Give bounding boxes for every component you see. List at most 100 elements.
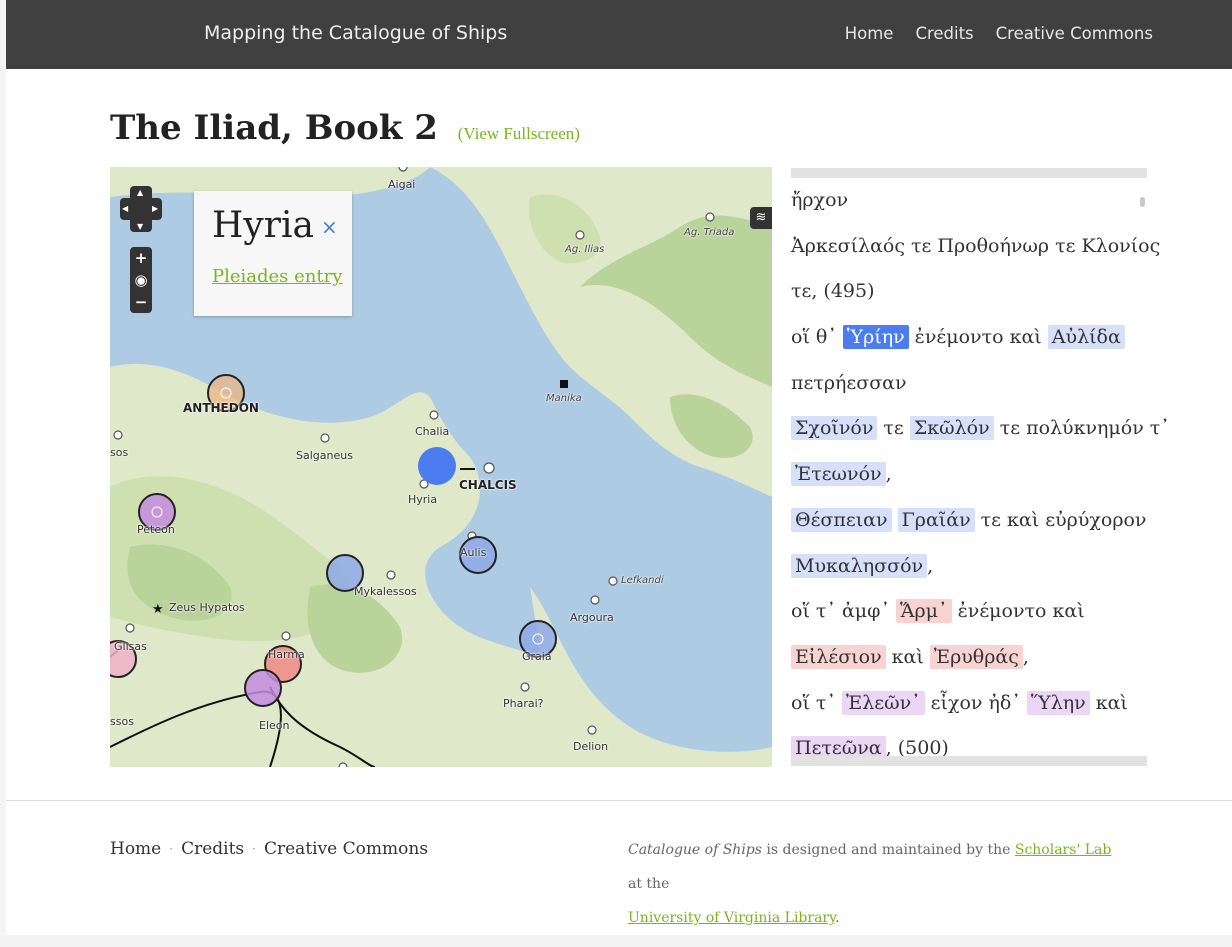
pan-up-icon[interactable]: ▲ bbox=[137, 188, 143, 197]
verse-text: , bbox=[927, 554, 934, 577]
verse-list: ἤρχον Ἀρκεσίλαός τε Προθοήνωρ τε Κλονίος τ… bbox=[791, 178, 1170, 772]
credit-text: is designed and maintained by the bbox=[761, 842, 1015, 858]
verse-text: καὶ bbox=[1089, 691, 1128, 714]
place-name-highlight[interactable]: Ἅρμ᾽ bbox=[896, 599, 952, 624]
map-label-peteon: Peteon bbox=[137, 523, 175, 536]
verse-line: οἵ τ᾽ Ἐλεῶν᾽ εἶχον ἠδ᾽ Ὕλην καὶ bbox=[791, 681, 1141, 727]
pan-right-icon[interactable]: ▶ bbox=[152, 204, 158, 213]
verse-text: τε καὶ εὐρύχορον bbox=[974, 508, 1147, 531]
verse-line: οἵ τ᾽ ἀμφ᾽ Ἅρμ᾽ ἐνέμοντο καὶ bbox=[791, 589, 1141, 635]
footer-separator: · bbox=[169, 842, 174, 856]
credit-title: Catalogue of Ships bbox=[628, 842, 762, 858]
nav-home-link[interactable]: Home bbox=[845, 24, 894, 43]
credit-text: at the bbox=[628, 876, 670, 892]
scrollbar-thumb[interactable] bbox=[1140, 197, 1145, 207]
nav-credits-link[interactable]: Credits bbox=[915, 24, 973, 43]
popup-close-icon[interactable]: × bbox=[321, 215, 338, 239]
site-brand-link[interactable]: Mapping the Catalogue of Ships bbox=[204, 22, 507, 44]
pleiades-entry-link[interactable]: Pleiades entry bbox=[212, 266, 342, 287]
verse-line: Ἐτεωνόν, bbox=[791, 452, 1141, 498]
view-fullscreen-link[interactable]: (View Fullscreen) bbox=[458, 124, 580, 143]
map-label-aulis: Aulis bbox=[460, 546, 487, 559]
verse-text: οἵ θ᾽ bbox=[791, 326, 843, 349]
footer-divider bbox=[6, 800, 1232, 801]
map-label-ag-ilias: Ag. Ilias bbox=[565, 244, 605, 255]
verse-line: Μυκαλησσόν, bbox=[791, 544, 1141, 590]
place-name-highlight[interactable]: Σκῶλόν bbox=[909, 416, 994, 441]
map-label-eleon: Eleon bbox=[259, 719, 290, 732]
verse-panel[interactable]: ἤρχον Ἀρκεσίλαός τε Προθοήνωρ τε Κλονίος τ… bbox=[791, 168, 1170, 767]
uva-library-link[interactable]: University of Virginia Library bbox=[628, 910, 835, 926]
place-name-highlight[interactable]: Αὐλίδα bbox=[1047, 325, 1125, 350]
verse-text: ἤρχον bbox=[791, 189, 849, 211]
globe-icon[interactable]: ◉ bbox=[130, 269, 152, 291]
verse-line: ἤρχον bbox=[791, 178, 1141, 224]
pan-left-icon[interactable]: ◀ bbox=[122, 204, 128, 213]
page-title-text: The Iliad, Book 2 bbox=[110, 108, 438, 148]
verse-text: οἵ τ᾽ bbox=[791, 691, 842, 714]
scroll-track-bottom bbox=[791, 756, 1147, 766]
footer-creative-commons-link[interactable]: Creative Commons bbox=[264, 839, 428, 859]
map-popup: Hyria × Pleiades entry bbox=[194, 191, 352, 316]
verse-line: οἵ θ᾽ Ὑρίην ἐνέμοντο καὶ Αὐλίδα bbox=[791, 315, 1141, 361]
place-name-highlight[interactable]: Ἐτεωνόν bbox=[791, 462, 886, 487]
zoom-out-button[interactable]: − bbox=[130, 291, 152, 313]
map-pan-control[interactable]: ▲ ▼ ◀ ▶ bbox=[120, 186, 162, 232]
place-name-highlight[interactable]: Γραῖάν bbox=[897, 507, 975, 532]
map-view[interactable]: ★ Aigai Ag. Ilias Ag. Triada ANTHEDON Sa… bbox=[110, 167, 772, 767]
map-label-ag-triada: Ag. Triada bbox=[684, 227, 735, 238]
footer-credits-link[interactable]: Credits bbox=[181, 839, 244, 859]
place-name-highlight[interactable]: Θέσπειαν bbox=[791, 507, 892, 532]
verse-text: τε, (495) bbox=[791, 280, 875, 303]
footer-home-link[interactable]: Home bbox=[110, 839, 161, 859]
place-name-highlight[interactable]: Μυκαλησσόν bbox=[791, 553, 928, 578]
map-label-delion: Delion bbox=[573, 740, 609, 753]
svg-text:★: ★ bbox=[152, 602, 164, 617]
footer-nav: Home · Credits · Creative Commons bbox=[110, 839, 428, 859]
popup-title: Hyria bbox=[212, 205, 314, 246]
top-navbar: Mapping the Catalogue of Ships Home Cred… bbox=[6, 0, 1232, 69]
map-label-lefkandi: Lefkandi bbox=[621, 575, 664, 586]
verse-line: Σχοῖνόν τε Σκῶλόν τε πολύκνημόν τ᾽ bbox=[791, 406, 1170, 452]
map-label-pharai: Pharai? bbox=[503, 697, 544, 710]
credit-text: . bbox=[835, 910, 840, 926]
scroll-track-top bbox=[791, 168, 1147, 178]
page: Mapping the Catalogue of Ships Home Cred… bbox=[6, 0, 1232, 935]
main-nav: Home Credits Creative Commons bbox=[845, 24, 1153, 43]
verse-text: ἐνέμοντο καὶ bbox=[908, 326, 1048, 349]
place-name-highlight[interactable]: Ἐλεῶν᾽ bbox=[841, 690, 925, 715]
verse-text: Ἀρκεσίλαός τε Προθοήνωρ τε Κλονίος bbox=[791, 234, 1161, 257]
verse-text: οἵ τ᾽ ἀμφ᾽ bbox=[791, 600, 897, 623]
map-label-hyria: Hyria bbox=[408, 493, 438, 506]
verse-text: πετρήεσσαν bbox=[791, 371, 907, 394]
verse-line: τε, (495) bbox=[791, 269, 1141, 315]
verse-line: Ἀρκεσίλαός τε Προθοήνωρ τε Κλονίος bbox=[791, 224, 1160, 270]
map-label-ssos: ssos bbox=[110, 715, 134, 728]
verse-line: πετρήεσσαν bbox=[791, 361, 1141, 407]
layers-icon[interactable]: ≋ bbox=[750, 207, 772, 229]
verse-line: Θέσπειαν Γραῖάν τε καὶ εὐρύχορον bbox=[791, 498, 1146, 544]
place-name-highlight[interactable]: Ὕλην bbox=[1026, 690, 1090, 715]
footer-separator: · bbox=[252, 842, 256, 856]
map-label-aigai: Aigai bbox=[388, 178, 416, 191]
verse-text: εἶχον ἠδ᾽ bbox=[924, 691, 1027, 714]
place-name-highlight[interactable]: Εἰλέσιον bbox=[791, 644, 886, 669]
scholars-lab-link[interactable]: Scholars' Lab bbox=[1015, 842, 1111, 858]
page-title: The Iliad, Book 2 (View Fullscreen) bbox=[110, 108, 580, 148]
place-name-highlight[interactable]: Ὑρίην bbox=[842, 325, 909, 350]
footer-credit: Catalogue of Ships is designed and maint… bbox=[628, 833, 1128, 935]
place-name-highlight[interactable]: Σχοῖνόν bbox=[791, 416, 878, 441]
pan-down-icon[interactable]: ▼ bbox=[137, 222, 143, 231]
map-zoom-control: + ◉ − bbox=[130, 247, 152, 313]
map-label-glisas: Glisas bbox=[114, 640, 147, 653]
map-label-salganeus: Salganeus bbox=[296, 449, 353, 462]
verse-text: τε bbox=[877, 417, 910, 440]
verse-text bbox=[892, 509, 898, 531]
verse-text: , bbox=[1022, 645, 1029, 668]
zoom-in-button[interactable]: + bbox=[130, 247, 152, 269]
map-label-harma: Harma bbox=[268, 648, 305, 661]
verse-text: τε πολύκνημόν τ᾽ bbox=[993, 417, 1170, 440]
map-label-zeus-hypatos: Zeus Hypatos bbox=[169, 601, 245, 614]
place-name-highlight[interactable]: Ἐρυθράς bbox=[929, 644, 1023, 669]
nav-creative-commons-link[interactable]: Creative Commons bbox=[996, 24, 1153, 43]
